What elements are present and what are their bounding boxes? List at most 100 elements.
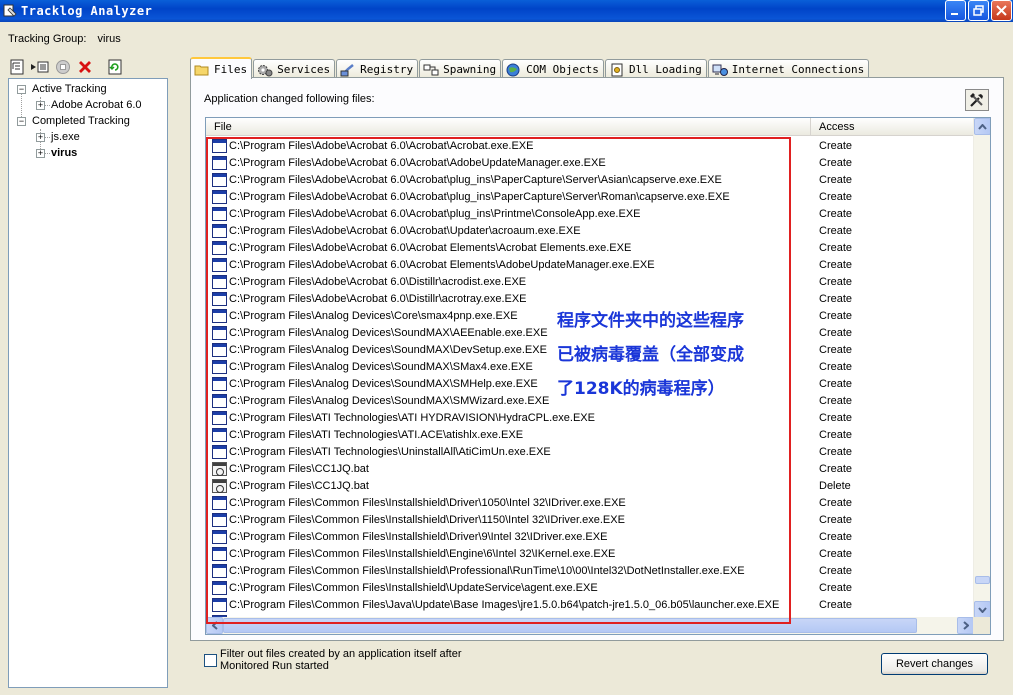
expand-icon[interactable]: + bbox=[36, 101, 45, 110]
table-row[interactable]: C:\Program Files\Adobe\Acrobat 6.0\Acrob… bbox=[206, 171, 974, 188]
tab-com-objects[interactable]: COM Objects bbox=[502, 59, 604, 79]
table-row[interactable]: C:\Program Files\ATI Technologies\Uninst… bbox=[206, 443, 974, 460]
tools-button[interactable] bbox=[965, 89, 989, 111]
tree-label: js.exe bbox=[51, 131, 80, 143]
access-cell: Create bbox=[819, 173, 853, 186]
tab-spawning[interactable]: Spawning bbox=[419, 59, 502, 79]
access-cell: Create bbox=[819, 292, 853, 305]
minimize-icon bbox=[951, 13, 958, 15]
table-row[interactable]: C:\Program Files\Common Files\Installshi… bbox=[206, 579, 974, 596]
table-row[interactable]: C:\Program Files\ATI Technologies\ATI HY… bbox=[206, 409, 974, 426]
minimize-button[interactable] bbox=[945, 0, 966, 21]
horizontal-scroll-thumb[interactable] bbox=[223, 618, 917, 633]
tree-label: Active Tracking bbox=[32, 83, 107, 95]
access-cell: Create bbox=[819, 564, 853, 577]
file-path-cell: C:\Program Files\Adobe\Acrobat 6.0\Acrob… bbox=[229, 224, 581, 237]
exe-file-icon bbox=[212, 138, 227, 153]
tracking-tree[interactable]: − Active Tracking + Adobe Acrobat 6.0 − … bbox=[8, 78, 168, 688]
table-row[interactable]: C:\Program Files\Common Files\Java\Updat… bbox=[206, 596, 974, 613]
title-bar[interactable]: Tracklog Analyzer bbox=[0, 0, 1013, 22]
start-tracking-icon bbox=[31, 61, 49, 73]
table-row[interactable]: C:\Program Files\Adobe\Acrobat 6.0\Acrob… bbox=[206, 154, 974, 171]
table-row[interactable]: C:\Program Files\CC1JQ.bat Create bbox=[206, 460, 974, 477]
revert-changes-button[interactable]: Revert changes bbox=[881, 653, 988, 675]
registry-icon bbox=[340, 63, 354, 76]
collapse-icon[interactable]: − bbox=[17, 85, 26, 94]
table-row[interactable]: C:\Program Files\Adobe\Acrobat 6.0\Acrob… bbox=[206, 137, 974, 154]
scroll-down-button[interactable] bbox=[974, 601, 990, 618]
table-row[interactable]: C:\Program Files\Adobe\Acrobat 6.0\Disti… bbox=[206, 273, 974, 290]
annotation-text: 程序文件夹中的这些程序 已被病毒覆盖（全部变成 了128K的病毒程序） bbox=[557, 304, 797, 406]
column-header-file[interactable]: File bbox=[206, 118, 811, 136]
table-row[interactable]: C:\Program Files\ATI Technologies\ATI.AC… bbox=[206, 426, 974, 443]
restore-icon bbox=[973, 5, 984, 16]
exe-file-icon bbox=[212, 240, 227, 255]
batch-file-icon bbox=[212, 461, 227, 476]
scroll-right-button[interactable] bbox=[957, 617, 974, 634]
file-path-cell: C:\Program Files\Adobe\Acrobat 6.0\Acrob… bbox=[229, 258, 655, 271]
file-path-cell: C:\Program Files\ATI Technologies\ATI HY… bbox=[229, 411, 595, 424]
table-row[interactable]: C:\Program Files\Adobe\Acrobat 6.0\Acrob… bbox=[206, 205, 974, 222]
table-row[interactable]: C:\Program Files\Adobe\Acrobat 6.0\Acrob… bbox=[206, 256, 974, 273]
tree-view-button[interactable] bbox=[8, 58, 26, 76]
table-row[interactable]: C:\Program Files\Common Files\Installshi… bbox=[206, 545, 974, 562]
start-tracking-button[interactable] bbox=[30, 58, 50, 76]
vertical-scrollbar[interactable] bbox=[973, 118, 990, 618]
access-cell: Create bbox=[819, 581, 853, 594]
tab-dll-loading[interactable]: Dll Loading bbox=[604, 59, 707, 79]
scroll-up-button[interactable] bbox=[974, 118, 990, 135]
vertical-scroll-thumb[interactable] bbox=[975, 576, 990, 584]
table-row[interactable]: C:\Program Files\Adobe\Acrobat 6.0\Acrob… bbox=[206, 239, 974, 256]
delete-button[interactable] bbox=[76, 58, 94, 76]
access-cell: Create bbox=[819, 530, 853, 543]
restore-button[interactable] bbox=[968, 0, 989, 21]
tab-services[interactable]: Services bbox=[253, 59, 336, 79]
scroll-corner bbox=[973, 617, 990, 634]
expand-icon[interactable]: + bbox=[36, 133, 45, 142]
table-row[interactable]: C:\Program Files\CC1JQ.bat Delete bbox=[206, 477, 974, 494]
table-row[interactable]: C:\Program Files\Common Files\Installshi… bbox=[206, 528, 974, 545]
tree-node-completed-tracking[interactable]: − Completed Tracking bbox=[9, 113, 167, 129]
collapse-icon[interactable]: − bbox=[17, 117, 26, 126]
table-row[interactable]: C:\Program Files\Adobe\Acrobat 6.0\Acrob… bbox=[206, 188, 974, 205]
scroll-left-button[interactable] bbox=[206, 617, 223, 634]
tree-node-js-exe[interactable]: + js.exe bbox=[9, 129, 167, 145]
filter-option[interactable]: Filter out files created by an applicati… bbox=[204, 648, 462, 672]
table-row[interactable]: C:\Program Files\Common Files\Installshi… bbox=[206, 511, 974, 528]
file-path-cell: C:\Program Files\Common Files\Installshi… bbox=[229, 581, 598, 594]
access-cell: Create bbox=[819, 258, 853, 271]
stop-tracking-button[interactable] bbox=[54, 58, 72, 76]
horizontal-scrollbar[interactable] bbox=[206, 617, 974, 634]
tab-internet-connections[interactable]: Internet Connections bbox=[707, 59, 870, 79]
exe-file-icon bbox=[212, 495, 227, 510]
delete-icon bbox=[79, 61, 91, 73]
tree-node-adobe-acrobat[interactable]: + Adobe Acrobat 6.0 bbox=[9, 97, 167, 113]
refresh-button[interactable] bbox=[106, 58, 124, 76]
tab-files[interactable]: Files bbox=[190, 57, 253, 79]
exe-file-icon bbox=[212, 359, 227, 374]
access-cell: Create bbox=[819, 139, 853, 152]
tree-node-active-tracking[interactable]: − Active Tracking bbox=[9, 81, 167, 97]
tab-registry[interactable]: Registry bbox=[336, 59, 419, 79]
close-button[interactable] bbox=[991, 0, 1012, 21]
file-path-cell: C:\Program Files\Adobe\Acrobat 6.0\Acrob… bbox=[229, 190, 730, 203]
table-row[interactable]: C:\Program Files\Adobe\Acrobat 6.0\Acrob… bbox=[206, 222, 974, 239]
table-row[interactable]: C:\Program Files\Common Files\Installshi… bbox=[206, 562, 974, 579]
access-cell: Create bbox=[819, 377, 853, 390]
list-header: File Access bbox=[206, 118, 974, 136]
access-cell: Create bbox=[819, 207, 853, 220]
access-cell: Create bbox=[819, 547, 853, 560]
access-cell: Create bbox=[819, 326, 853, 339]
access-cell: Delete bbox=[819, 479, 851, 492]
arrow-up-icon bbox=[978, 123, 987, 130]
filter-checkbox[interactable] bbox=[204, 654, 217, 667]
filter-label: Filter out files created by an applicati… bbox=[220, 648, 462, 660]
column-header-access[interactable]: Access bbox=[811, 118, 974, 136]
access-cell: Create bbox=[819, 428, 853, 441]
expand-icon[interactable]: + bbox=[36, 149, 45, 158]
arrow-left-icon bbox=[211, 621, 218, 630]
tools-icon bbox=[970, 93, 983, 107]
table-row[interactable]: C:\Program Files\Common Files\Installshi… bbox=[206, 494, 974, 511]
tree-label: Completed Tracking bbox=[32, 115, 130, 127]
tree-node-virus[interactable]: + virus bbox=[9, 145, 167, 161]
